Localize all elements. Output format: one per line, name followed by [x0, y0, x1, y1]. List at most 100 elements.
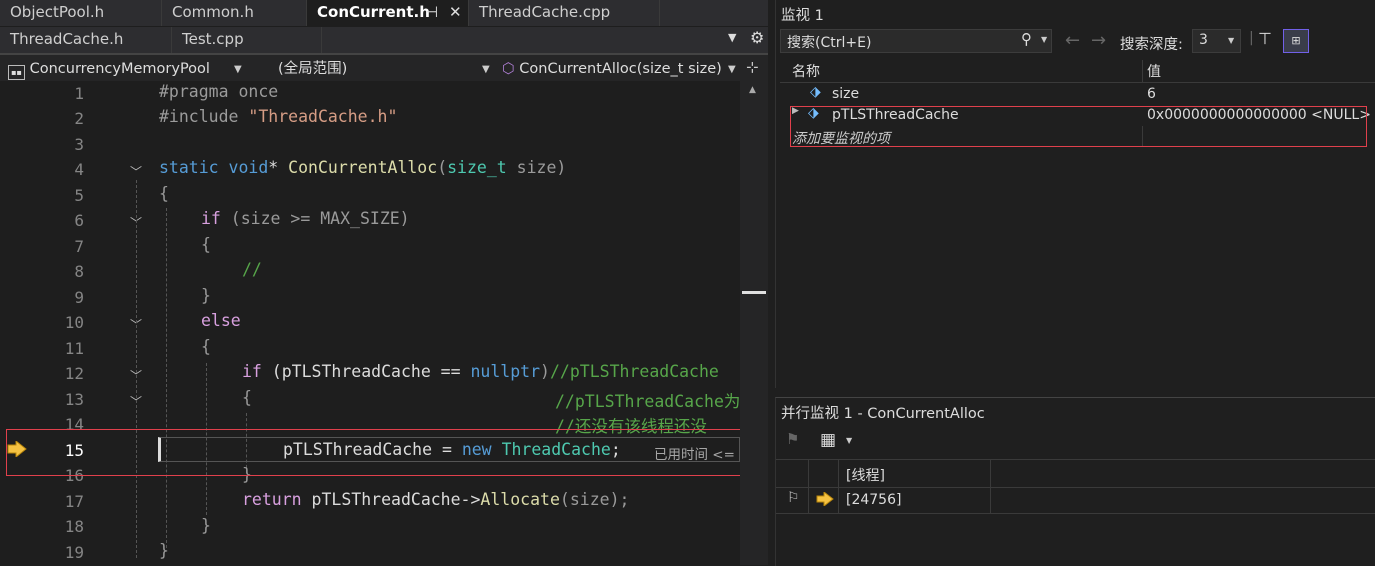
parallel-watch-window: 并行监视 1 - ConCurrentAlloc ⚑ ▦ ▼ [线程] ⚐ [2…	[775, 397, 1375, 566]
tab-strip-row2: ThreadCache.h Test.cpp ▼ ⚙	[0, 27, 768, 53]
scope-dropdown[interactable]: (全局范围) ▼	[250, 58, 494, 80]
column-divider	[838, 460, 839, 487]
flag-icon[interactable]: ⚐	[787, 490, 800, 506]
thread-row[interactable]: ⚐ [24756]	[776, 487, 1375, 514]
code-token: #pragma once	[159, 82, 279, 101]
line-number: 5	[74, 186, 84, 205]
tab-concurrent-h-label: ConCurrent.h	[317, 3, 430, 21]
watch-row[interactable]: ⬗ size 6	[780, 84, 1375, 104]
code-token: {	[201, 235, 211, 254]
code-token: size_t	[447, 158, 507, 177]
column-name-header[interactable]: 名称	[792, 61, 820, 81]
back-arrow-icon[interactable]: ←	[1065, 30, 1080, 51]
chevron-down-icon[interactable]: ▼	[1041, 35, 1047, 44]
project-name: ConcurrencyMemoryPool	[29, 61, 210, 77]
chevron-down-icon[interactable]: ▼	[846, 436, 852, 445]
chevron-down-icon: ▼	[482, 64, 490, 75]
outline-guide	[136, 180, 137, 558]
tab-common-h[interactable]: Common.h	[162, 0, 307, 26]
code-line-8: //	[242, 260, 262, 279]
scroll-up-icon[interactable]: ▲	[749, 85, 756, 95]
column-value-header[interactable]: 值	[1147, 61, 1161, 81]
member-dropdown[interactable]: ⬡ ConCurrentAlloc(size_t size) ▼	[502, 58, 738, 80]
code-token: //pTLSThreadCache为	[555, 392, 741, 411]
line-number: 3	[74, 135, 84, 154]
gear-icon[interactable]: ⚙	[750, 28, 764, 47]
code-token: {	[159, 184, 169, 203]
code-token: }	[159, 541, 169, 560]
column-divider	[808, 460, 809, 487]
column-divider[interactable]	[1142, 60, 1143, 82]
tab-concurrent-h[interactable]: ConCurrent.h ⊣ ✕	[307, 0, 469, 26]
code-line-2: #include "ThreadCache.h"	[159, 107, 397, 126]
search-depth-value: 3	[1199, 32, 1208, 48]
method-cube-icon: ⬡	[502, 61, 515, 77]
project-icon: ▪▪	[8, 65, 25, 80]
search-input[interactable]: 搜索(Ctrl+E)	[787, 32, 871, 52]
search-icon[interactable]: ⚲	[1021, 30, 1032, 48]
scope-label: (全局范围)	[278, 61, 348, 77]
code-token: Allocate	[480, 490, 560, 509]
code-editor-pane: ObjectPool.h Common.h ConCurrent.h ⊣ ✕ T…	[0, 0, 768, 565]
code-line-19: }	[159, 541, 169, 560]
code-line-12: if (pTLSThreadCache == nullptr)//pTLSThr…	[242, 362, 719, 381]
search-depth-dropdown[interactable]: 3 ▼	[1192, 29, 1241, 53]
watch-row-name: size	[832, 86, 860, 102]
line-number: 9	[74, 288, 84, 307]
tab-list-dropdown-icon[interactable]: ▼	[728, 31, 736, 44]
navigation-bar: ▪▪ ConcurrencyMemoryPool ▼ (全局范围) ▼ ⬡ Co…	[0, 53, 768, 81]
line-number: 8	[74, 262, 84, 281]
breakpoint-gutter[interactable]	[0, 81, 32, 565]
tab-threadcache-cpp[interactable]: ThreadCache.cpp	[469, 0, 660, 26]
column-divider	[990, 487, 991, 513]
code-token: (size >= MAX_SIZE)	[220, 209, 410, 228]
parallel-watch-header: [线程]	[776, 459, 1375, 488]
tab-objectpool-h[interactable]: ObjectPool.h	[0, 0, 162, 26]
code-token: void	[228, 158, 269, 177]
code-line-17: return pTLSThreadCache->Allocate(size);	[242, 490, 629, 509]
close-icon[interactable]: ✕	[449, 0, 462, 24]
split-window-icon[interactable]: ⊹	[746, 58, 759, 76]
thread-id: [24756]	[846, 492, 902, 508]
code-line-10: else	[201, 311, 241, 330]
fold-toggle-icon[interactable]: ﹀	[130, 163, 142, 180]
code-line-7: {	[201, 235, 211, 254]
code-token: (pTLSThreadCache ==	[261, 362, 471, 381]
show-raw-structure-icon[interactable]: ⊞	[1283, 29, 1309, 53]
line-number: 13	[64, 390, 84, 409]
code-token: //pTLSThreadCache	[549, 362, 719, 381]
tab-threadcache-h[interactable]: ThreadCache.h	[0, 27, 172, 53]
member-name: ConCurrentAlloc(size_t size)	[519, 61, 722, 77]
forward-arrow-icon[interactable]: →	[1091, 30, 1106, 51]
code-line-6: if (size >= MAX_SIZE)	[201, 209, 410, 228]
current-thread-arrow-icon	[816, 492, 834, 506]
code-token: {	[242, 388, 252, 407]
line-number: 17	[64, 492, 84, 511]
search-depth-label: 搜索深度:	[1120, 37, 1183, 53]
code-token: //	[242, 260, 262, 279]
code-token: return	[242, 490, 302, 509]
code-token: ConCurrentAlloc	[288, 158, 438, 177]
code-line-9: }	[201, 286, 211, 305]
code-token: if	[242, 362, 262, 381]
code-line-4: static void* ConCurrentAlloc(size_t size…	[159, 158, 566, 177]
tab-test-cpp[interactable]: Test.cpp	[172, 27, 322, 53]
project-dropdown[interactable]: ▪▪ ConcurrencyMemoryPool ▼	[8, 58, 246, 80]
pin-icon[interactable]: ⊣	[425, 0, 438, 24]
code-token: else	[201, 311, 241, 330]
line-number: 7	[74, 237, 84, 256]
chevron-down-icon: ▼	[728, 64, 736, 75]
flag-icon[interactable]: ⚑	[786, 430, 799, 448]
watch-title: 监视 1	[781, 8, 824, 24]
watch-search-box[interactable]: 搜索(Ctrl+E) ⚲ ▼	[780, 29, 1052, 53]
pin-source-icon[interactable]: ⊤	[1258, 29, 1272, 48]
watch-row-value[interactable]: 6	[1147, 86, 1156, 102]
line-number: 6	[74, 211, 84, 230]
scroll-thumb[interactable]	[742, 291, 766, 294]
column-divider	[808, 487, 809, 513]
line-number: 19	[64, 543, 84, 562]
thread-column-header[interactable]: [线程]	[846, 465, 885, 485]
table-grid-icon[interactable]: ▦	[820, 430, 836, 450]
vertical-scrollbar[interactable]: ▲	[740, 81, 768, 565]
line-number: 1	[74, 84, 84, 103]
